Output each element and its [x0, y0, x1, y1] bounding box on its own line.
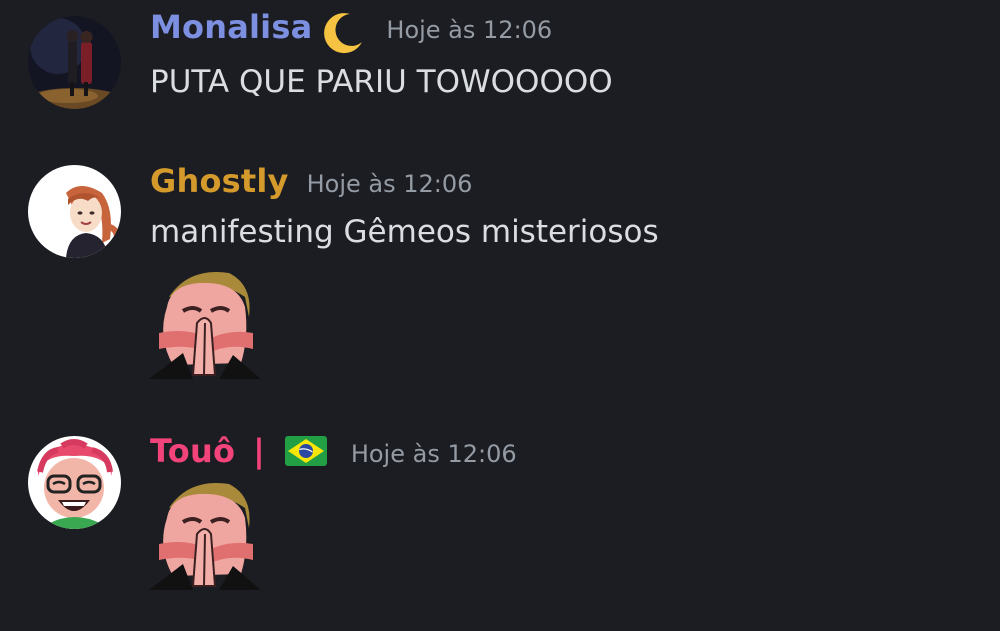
message-header: Touô | Hoje às 12:06 [150, 432, 517, 470]
message-text: manifesting Gêmeos misteriosos [150, 214, 659, 250]
message-item: Monalisa Hoje às 12:06 PUTA QUE PARIU TO… [0, 0, 1000, 130]
username[interactable]: Ghostly [150, 162, 289, 200]
avatar-touo[interactable] [28, 436, 121, 529]
avatar-image [28, 436, 121, 529]
timestamp[interactable]: Hoje às 12:06 [307, 170, 473, 198]
brazil-flag-icon [284, 436, 327, 466]
username[interactable]: Touô [150, 432, 235, 470]
praying-hands-sticker-image [149, 478, 261, 590]
avatar-image [28, 16, 121, 109]
message-header: Ghostly Hoje às 12:06 [150, 162, 472, 200]
message-item: Touô | Hoje às 12:06 [0, 420, 1000, 631]
timestamp[interactable]: Hoje às 12:06 [351, 440, 517, 468]
avatar-monalisa[interactable] [28, 16, 121, 109]
avatar-ghostly[interactable] [28, 165, 121, 258]
message-item: Ghostly Hoje às 12:06 manifesting Gêmeos… [0, 150, 1000, 390]
avatar-image [28, 165, 121, 258]
username[interactable]: Monalisa [150, 8, 312, 46]
message-text: PUTA QUE PARIU TOWOOOOO [150, 64, 613, 100]
crescent-moon-icon [324, 13, 363, 54]
praying-hands-sticker-image [149, 267, 261, 379]
timestamp[interactable]: Hoje às 12:06 [386, 16, 552, 44]
username-separator: | [253, 432, 265, 470]
message-header: Monalisa Hoje às 12:06 [150, 8, 552, 56]
praying-sticker[interactable] [149, 478, 261, 590]
praying-sticker[interactable] [149, 267, 261, 379]
